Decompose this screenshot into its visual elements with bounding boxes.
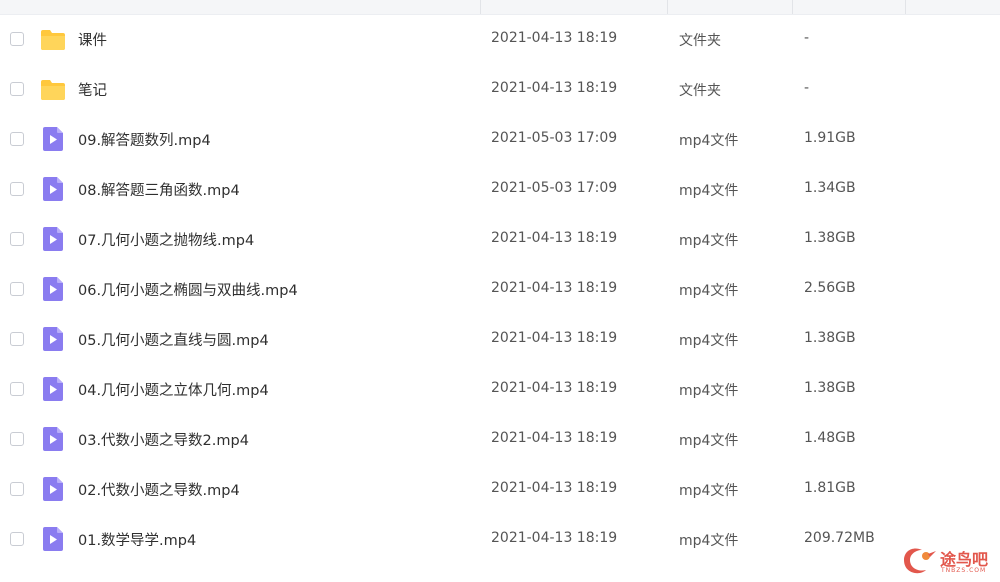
file-row[interactable]: 02.代数小题之导数.mp4 2021-04-13 18:19 mp4文件 1.… [0, 465, 1000, 515]
file-type: 文件夹 [679, 83, 721, 99]
file-type: mp4文件 [679, 533, 739, 549]
row-checkbox[interactable] [10, 82, 24, 96]
file-modified-date: 2021-04-13 18:19 [491, 430, 618, 446]
row-checkbox[interactable] [10, 432, 24, 446]
file-size: 1.91GB [804, 130, 856, 146]
file-row[interactable]: 07.几何小题之抛物线.mp4 2021-04-13 18:19 mp4文件 1… [0, 215, 1000, 265]
file-modified-date: 2021-04-13 18:19 [491, 230, 618, 246]
row-checkbox[interactable] [10, 282, 24, 296]
file-row[interactable]: 笔记 2021-04-13 18:19 文件夹 - [0, 65, 1000, 115]
file-modified-date: 2021-04-13 18:19 [491, 530, 618, 546]
file-modified-date: 2021-04-13 18:19 [491, 30, 618, 46]
folder-icon [41, 30, 65, 50]
file-size: 1.38GB [804, 230, 856, 246]
row-checkbox[interactable] [10, 382, 24, 396]
file-size: 2.56GB [804, 280, 856, 296]
file-type: 文件夹 [679, 33, 721, 49]
file-row[interactable]: 08.解答题三角函数.mp4 2021-05-03 17:09 mp4文件 1.… [0, 165, 1000, 215]
file-type: mp4文件 [679, 483, 739, 499]
file-row[interactable]: 05.几何小题之直线与圆.mp4 2021-04-13 18:19 mp4文件 … [0, 315, 1000, 365]
video-file-icon [43, 227, 63, 251]
video-file-icon [43, 527, 63, 551]
file-size: 209.72MB [804, 530, 875, 546]
file-name[interactable]: 05.几何小题之直线与圆.mp4 [78, 329, 269, 350]
file-row[interactable]: 06.几何小题之椭圆与双曲线.mp4 2021-04-13 18:19 mp4文… [0, 265, 1000, 315]
column-divider[interactable] [792, 0, 793, 14]
row-checkbox[interactable] [10, 332, 24, 346]
row-checkbox[interactable] [10, 132, 24, 146]
file-type: mp4文件 [679, 433, 739, 449]
file-size: 1.34GB [804, 180, 856, 196]
file-name[interactable]: 笔记 [78, 79, 107, 100]
folder-icon [41, 80, 65, 100]
file-name[interactable]: 09.解答题数列.mp4 [78, 129, 211, 150]
file-modified-date: 2021-04-13 18:19 [491, 480, 618, 496]
row-checkbox[interactable] [10, 532, 24, 546]
row-checkbox[interactable] [10, 182, 24, 196]
file-name[interactable]: 04.几何小题之立体几何.mp4 [78, 379, 269, 400]
file-name[interactable]: 课件 [78, 29, 107, 50]
column-divider[interactable] [480, 0, 481, 14]
file-modified-date: 2021-04-13 18:19 [491, 380, 618, 396]
file-type: mp4文件 [679, 233, 739, 249]
video-file-icon [43, 477, 63, 501]
file-modified-date: 2021-04-13 18:19 [491, 280, 618, 296]
file-name[interactable]: 06.几何小题之椭圆与双曲线.mp4 [78, 279, 298, 300]
file-size: 1.48GB [804, 430, 856, 446]
video-file-icon [43, 277, 63, 301]
file-name[interactable]: 07.几何小题之抛物线.mp4 [78, 229, 254, 250]
file-name[interactable]: 01.数学导学.mp4 [78, 529, 196, 550]
file-type: mp4文件 [679, 183, 739, 199]
column-divider[interactable] [905, 0, 906, 14]
row-checkbox[interactable] [10, 32, 24, 46]
file-type: mp4文件 [679, 333, 739, 349]
file-type: mp4文件 [679, 133, 739, 149]
file-type: mp4文件 [679, 383, 739, 399]
file-modified-date: 2021-04-13 18:19 [491, 330, 618, 346]
file-modified-date: 2021-05-03 17:09 [491, 180, 618, 196]
file-name[interactable]: 08.解答题三角函数.mp4 [78, 179, 240, 200]
video-file-icon [43, 427, 63, 451]
watermark-subtext: TNBZS.COM [941, 567, 987, 574]
file-row[interactable]: 09.解答题数列.mp4 2021-05-03 17:09 mp4文件 1.91… [0, 115, 1000, 165]
file-row[interactable]: 01.数学导学.mp4 2021-04-13 18:19 mp4文件 209.7… [0, 515, 1000, 565]
file-size: 1.38GB [804, 380, 856, 396]
file-size: 1.38GB [804, 330, 856, 346]
file-size: - [804, 30, 810, 46]
row-checkbox[interactable] [10, 232, 24, 246]
file-size: - [804, 80, 810, 96]
file-row[interactable]: 课件 2021-04-13 18:19 文件夹 - [0, 15, 1000, 65]
file-name[interactable]: 03.代数小题之导数2.mp4 [78, 429, 249, 450]
bird-logo-icon [904, 548, 936, 574]
file-list-header [0, 0, 1000, 15]
video-file-icon [43, 127, 63, 151]
file-name[interactable]: 02.代数小题之导数.mp4 [78, 479, 240, 500]
video-file-icon [43, 377, 63, 401]
column-divider[interactable] [667, 0, 668, 14]
row-checkbox[interactable] [10, 482, 24, 496]
file-type: mp4文件 [679, 283, 739, 299]
file-modified-date: 2021-04-13 18:19 [491, 80, 618, 96]
file-modified-date: 2021-05-03 17:09 [491, 130, 618, 146]
file-row[interactable]: 04.几何小题之立体几何.mp4 2021-04-13 18:19 mp4文件 … [0, 365, 1000, 415]
file-size: 1.81GB [804, 480, 856, 496]
file-list: 课件 2021-04-13 18:19 文件夹 - 笔记 2021-04-13 … [0, 15, 1000, 565]
video-file-icon [43, 177, 63, 201]
video-file-icon [43, 327, 63, 351]
file-row[interactable]: 03.代数小题之导数2.mp4 2021-04-13 18:19 mp4文件 1… [0, 415, 1000, 465]
